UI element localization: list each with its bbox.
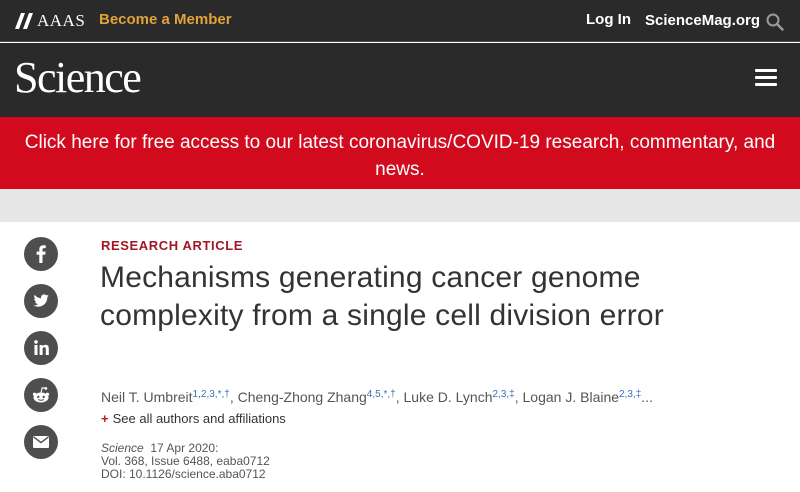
citation-block: Science 17 Apr 2020: Vol. 368, Issue 648… — [101, 442, 270, 481]
login-link[interactable]: Log In — [586, 11, 631, 28]
author-list: Neil T. Umbreit1,2,3,*,†, Cheng-Zhong Zh… — [101, 389, 653, 405]
aaas-logo[interactable]: AAAS — [15, 11, 85, 31]
facebook-icon — [36, 245, 46, 263]
see-all-authors-link[interactable]: + See all authors and affiliations — [101, 411, 286, 426]
linkedin-share-button[interactable] — [24, 331, 58, 365]
author-link[interactable]: Neil T. Umbreit1,2,3,*,† — [101, 389, 230, 405]
article-title: Mechanisms generating cancer genome comp… — [100, 261, 664, 332]
facebook-share-button[interactable] — [24, 237, 58, 271]
see-all-label: See all authors and affiliations — [112, 411, 286, 426]
top-bar: AAAS Become a Member Log In ScienceMag.o… — [0, 0, 800, 42]
covid-banner[interactable]: Click here for free access to our latest… — [0, 117, 800, 189]
masthead: Science — [0, 43, 800, 117]
search-icon[interactable] — [766, 13, 784, 31]
pub-date: 17 Apr 2020: — [150, 441, 219, 455]
twitter-share-button[interactable] — [24, 284, 58, 318]
reddit-icon — [32, 387, 50, 403]
sciencemag-link[interactable]: ScienceMag.org — [645, 12, 760, 29]
author-affiliation[interactable]: 4,5,*,† — [367, 389, 396, 400]
email-icon — [33, 436, 49, 448]
expand-icon: + — [101, 411, 109, 426]
linkedin-icon — [34, 340, 49, 355]
science-wordmark[interactable]: Science — [14, 53, 142, 103]
reddit-share-button[interactable] — [24, 378, 58, 412]
author-affiliation[interactable]: 2,3,‡ — [492, 389, 514, 400]
journal-name: Science — [101, 441, 144, 455]
author-link[interactable]: Logan J. Blaine2,3,‡ — [523, 389, 642, 405]
twitter-icon — [33, 294, 49, 307]
aaas-label: AAAS — [37, 11, 86, 30]
doi[interactable]: DOI: 10.1126/science.aba0712 — [101, 468, 270, 481]
article-type-label: RESEARCH ARTICLE — [101, 238, 244, 253]
divider-strip — [0, 189, 800, 222]
become-member-link[interactable]: Become a Member — [99, 11, 232, 28]
authors-ellipsis: ... — [641, 389, 653, 405]
author-affiliation[interactable]: 2,3,‡ — [619, 389, 641, 400]
author-link[interactable]: Cheng-Zhong Zhang4,5,*,† — [238, 389, 396, 405]
menu-icon[interactable] — [755, 69, 777, 89]
email-share-button[interactable] — [24, 425, 58, 459]
author-affiliation[interactable]: 1,2,3,*,† — [193, 389, 230, 400]
author-link[interactable]: Luke D. Lynch2,3,‡ — [404, 389, 515, 405]
aaas-logo-icon — [15, 13, 33, 29]
